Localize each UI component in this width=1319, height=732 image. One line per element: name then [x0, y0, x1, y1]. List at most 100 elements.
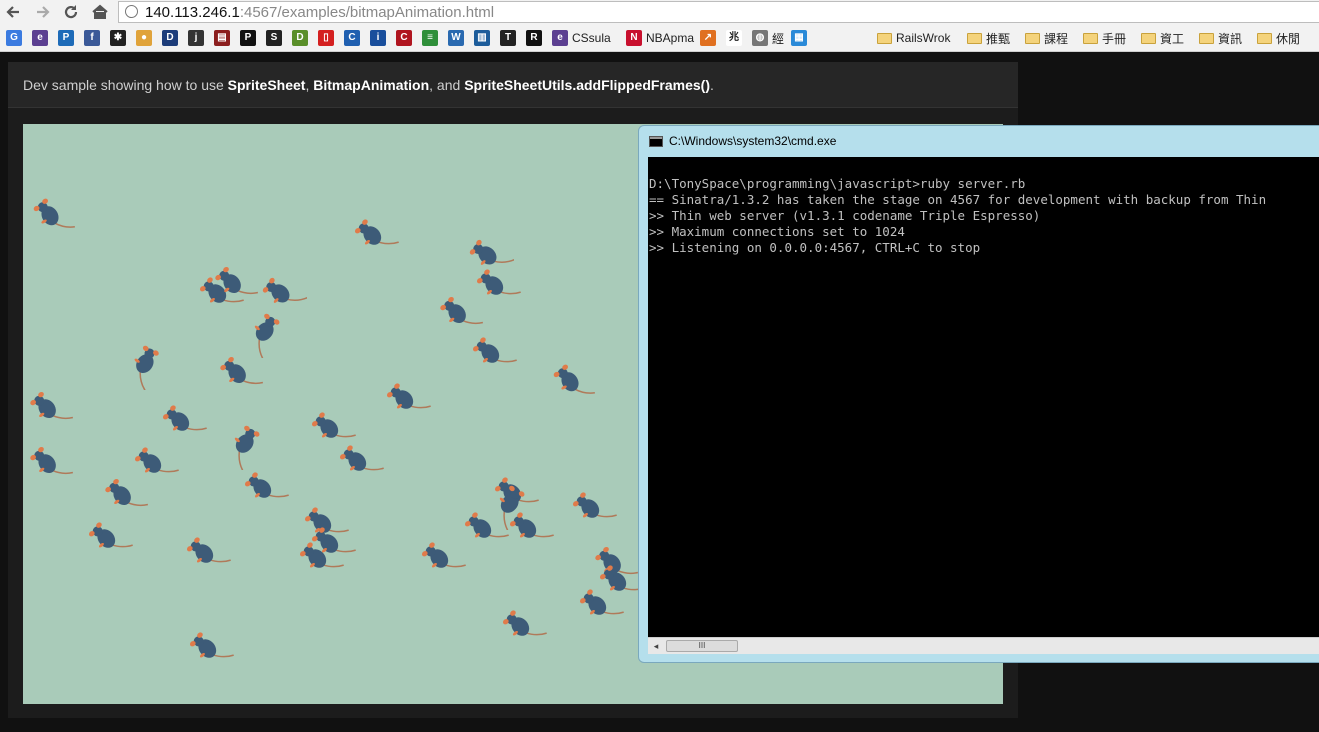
bookmark-reader[interactable]: ≡ [422, 30, 438, 46]
bookmark-facebook[interactable]: f [84, 30, 100, 46]
bookmark-cssula[interactable]: e CSsula [552, 30, 611, 46]
cmd-title: C:\Windows\system32\cmd.exe [669, 134, 837, 148]
console-icon [649, 136, 663, 147]
bookmark-folder[interactable]: 資訊 [1199, 30, 1242, 46]
google-icon: G [6, 30, 22, 46]
rat-sprite [215, 266, 259, 295]
folder-icon [1083, 32, 1098, 44]
forward-arrow-icon[interactable] [32, 2, 52, 22]
bookmark-duck[interactable]: ● [136, 30, 152, 46]
bookmark-p[interactable]: P [58, 30, 74, 46]
eclipse-icon: e [32, 30, 48, 46]
folder-label: 資工 [1160, 31, 1185, 46]
bookmark-do[interactable]: D [292, 30, 308, 46]
chinese-char-icon: 兆 [726, 30, 742, 46]
rat-sprite [509, 512, 554, 538]
rat-sprite [502, 610, 547, 636]
folder-label: 資訊 [1218, 31, 1243, 46]
bookmark-trello[interactable]: ▥ [474, 30, 490, 46]
red-icon: ▯ [318, 30, 334, 46]
bookmark-folder[interactable]: RailsWrok [877, 30, 950, 46]
bookmark-chart[interactable]: ↗ [700, 30, 716, 46]
folder-label: 課程 [1044, 31, 1069, 46]
folder-icon [1199, 32, 1214, 44]
cmd-titlebar[interactable]: C:\Windows\system32\cmd.exe [639, 126, 1319, 156]
rat-sprite [299, 542, 344, 568]
rat-sprite [186, 537, 231, 563]
bookmark-c[interactable]: C [344, 30, 360, 46]
bookmark-it[interactable]: i [370, 30, 386, 46]
bookmarks-bar: Ge Pf ✱ ● Dj ▤ P S D ▯ Ci C ≡ W ▥ T Re CSsula N NBApma ↗ 兆 ◍ 經 ▦… [0, 25, 1319, 52]
rat-sprite [579, 589, 624, 615]
url-host: 140.113.246.1 [145, 4, 240, 21]
page-icon [125, 5, 138, 18]
rat-sprite [386, 383, 431, 409]
bookmark-folder[interactable]: 推甄 [967, 30, 1010, 46]
trello-icon: ▥ [474, 30, 490, 46]
folder-icon [1141, 32, 1156, 44]
scroll-left-icon[interactable]: ◂ [650, 640, 662, 652]
d-icon: D [162, 30, 178, 46]
rat-sprite [254, 313, 280, 358]
rat-sprite [134, 345, 159, 390]
bookmark-label: NBApma [646, 31, 695, 45]
page-header: Dev sample showing how to use SpriteShee… [8, 62, 1018, 108]
scroll-thumb[interactable]: III [666, 640, 738, 652]
bookmark-red[interactable]: ▯ [318, 30, 334, 46]
bookmark-google[interactable]: G [6, 30, 22, 46]
folder-icon [877, 32, 892, 44]
back-arrow-icon[interactable] [4, 2, 24, 22]
cmd-window[interactable]: C:\Windows\system32\cmd.exe D:\TonySpace… [638, 125, 1319, 663]
address-bar[interactable]: 140.113.246.1:4567/examples/bitmapAnimat… [118, 1, 1319, 23]
bookmark-nba[interactable]: N NBApma [626, 30, 694, 46]
rat-sprite [553, 364, 595, 394]
jtv-icon: j [188, 30, 204, 46]
bookmark-globe[interactable]: ◍ 經 [752, 30, 784, 46]
bookmark-label: 經 [772, 31, 785, 46]
home-icon[interactable] [90, 2, 110, 22]
bookmark-news[interactable]: ▤ [214, 30, 230, 46]
rat-sprite [33, 198, 75, 228]
bookmark-eclipse[interactable]: e [32, 30, 48, 46]
reload-icon[interactable] [61, 2, 81, 22]
chart-icon: ↗ [700, 30, 716, 46]
r-icon: R [526, 30, 542, 46]
bookmark-ninja[interactable]: ✱ [110, 30, 126, 46]
news-icon: ▤ [214, 30, 230, 46]
bookmark-windows[interactable]: ▦ [791, 30, 807, 46]
rat-sprite [105, 478, 149, 507]
bookmark-tw[interactable]: T [500, 30, 516, 46]
bookmark-jtv[interactable]: j [188, 30, 204, 46]
tw-icon: T [500, 30, 516, 46]
rat-sprite [189, 632, 234, 658]
bookmark-p2[interactable]: P [240, 30, 256, 46]
rat-sprite [421, 542, 466, 568]
sv-icon: S [266, 30, 282, 46]
intro-text: Dev sample showing how to use SpriteShee… [23, 77, 714, 93]
rat-sprite [472, 337, 517, 363]
bookmark-folder[interactable]: 課程 [1025, 30, 1068, 46]
bookmark-sv[interactable]: S [266, 30, 282, 46]
bookmark-chinese-char[interactable]: 兆 [726, 30, 742, 46]
c2-icon: C [396, 30, 412, 46]
bookmark-folder[interactable]: 休閒 [1257, 30, 1300, 46]
bookmark-c2[interactable]: C [396, 30, 412, 46]
rat-sprite [464, 512, 509, 538]
globe-icon: ◍ [752, 30, 768, 46]
nba-icon: N [626, 30, 642, 46]
bookmark-r[interactable]: R [526, 30, 542, 46]
console-output[interactable]: D:\TonySpace\programming\javascript>ruby… [648, 157, 1319, 637]
do-icon: D [292, 30, 308, 46]
horizontal-scrollbar[interactable]: ◂ III [648, 637, 1319, 654]
bookmark-d[interactable]: D [162, 30, 178, 46]
spritesheet-term: SpriteSheet [227, 77, 306, 93]
bookmark-folder[interactable]: 資工 [1141, 30, 1184, 46]
c-icon: C [344, 30, 360, 46]
ninja-icon: ✱ [110, 30, 126, 46]
windows-icon: ▦ [791, 30, 807, 46]
folder-icon [1257, 32, 1272, 44]
duck-icon: ● [136, 30, 152, 46]
bookmark-folder[interactable]: 手冊 [1083, 30, 1126, 46]
bookmark-w3[interactable]: W [448, 30, 464, 46]
url-text: 140.113.246.1:4567/examples/bitmapAnimat… [145, 4, 494, 21]
